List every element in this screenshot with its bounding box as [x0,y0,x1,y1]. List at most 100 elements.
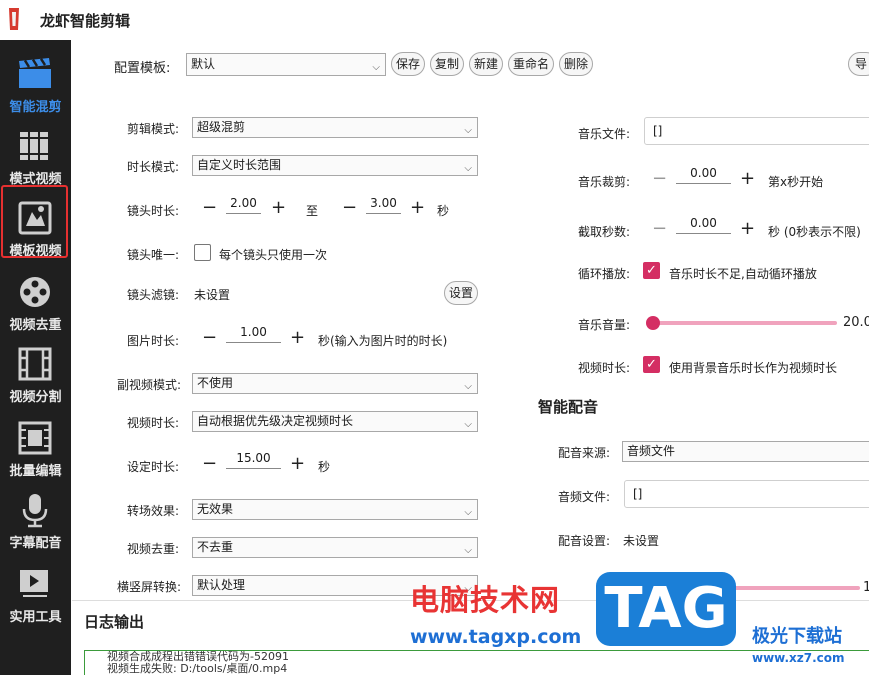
image-length-input[interactable]: 1.00 [226,323,281,343]
watermark-site-name: 电脑技术网 [410,583,561,617]
config-template-label: 配置模板: [114,61,171,76]
chevron-down-icon: ⌵ [464,381,472,392]
save-button[interactable]: 保存 [391,52,425,76]
music-volume-slider[interactable] [652,321,837,325]
video-dedupe-select[interactable]: 不去重 ⌵ [192,537,478,558]
loop-play-text: 音乐时长不足,自动循环播放 [669,267,817,281]
chevron-down-icon: ⌵ [464,163,472,174]
video-length-label: 视频时长: [127,416,180,430]
music-file-input[interactable]: [] [644,117,869,145]
shot-filter-label: 镜头滤镜: [127,288,180,302]
dub-setting-label: 配音设置: [558,534,611,548]
orientation-value: 默认处理 [197,578,246,592]
logo-tool-icon [20,570,48,597]
minus-icon[interactable]: − [202,199,217,217]
plus-icon[interactable]: + [271,199,286,217]
sidebar-item-batch-edit[interactable]: 批量编辑 [0,412,71,484]
minus-icon[interactable]: − [652,170,667,188]
rename-button[interactable]: 重命名 [508,52,554,76]
clapperboard-icon [19,58,51,88]
image-length-note: 秒(输入为图片时的时长) [318,334,448,348]
config-template-value: 默认 [191,57,216,71]
sub-video-mode-select[interactable]: 不使用 ⌵ [192,373,478,394]
batch-edit-icon [18,421,52,455]
edit-mode-select[interactable]: 超级混剪 ⌵ [192,117,478,138]
tag-logo: TAG [596,572,736,646]
set-length-input[interactable]: 15.00 [226,449,281,469]
dub-source-label: 配音来源: [558,446,611,460]
shot-max-input[interactable]: 3.00 [366,194,401,214]
music-volume-knob[interactable] [646,316,660,330]
dub-source-select[interactable]: 音频文件 [622,441,869,462]
edit-mode-label: 剪辑模式: [127,122,180,136]
sidebar-item-label: 视频去重 [9,318,62,333]
image-length-label: 图片时长: [127,334,180,348]
watermark-brand-name: 极光下载站 [752,626,842,647]
new-button[interactable]: 新建 [469,52,503,76]
sidebar-item-label: 智能混剪 [9,100,62,115]
loop-play-checkbox[interactable]: ✓ [643,262,660,279]
sidebar-item-smart-mix[interactable]: 智能混剪 [0,48,71,120]
sidebar: 智能混剪 模式视频 模板视频 视频去重 视频分割 批量编辑 字幕配音 实用工具 [0,40,71,675]
duration-mode-select[interactable]: 自定义时长范围 ⌵ [192,155,478,176]
delete-button[interactable]: 删除 [559,52,593,76]
plus-icon[interactable]: + [290,329,305,347]
video-dedupe-value: 不去重 [197,540,234,554]
unique-shot-checkbox[interactable] [194,244,211,261]
app-logo-icon [9,8,19,30]
duration-mode-value: 自定义时长范围 [197,158,282,172]
use-music-length-checkbox[interactable]: ✓ [643,356,660,373]
clip-seconds-input[interactable]: 0.00 [676,214,731,234]
seconds-label: 秒 [437,204,450,218]
shot-min-input[interactable]: 2.00 [226,194,261,214]
film-strip-icon [18,347,52,381]
import-button[interactable]: 导 [848,52,869,76]
music-file-label: 音乐文件: [578,127,631,141]
video-dedupe-label: 视频去重: [127,542,180,556]
music-cut-label: 音乐裁剪: [578,175,631,189]
audio-file-input[interactable]: [] [624,480,869,508]
sidebar-item-label: 批量编辑 [9,464,62,479]
books-icon [20,132,48,160]
unique-shot-text: 每个镜头只使用一次 [219,248,328,262]
minus-icon[interactable]: − [202,329,217,347]
video-length-right-label: 视频时长: [578,361,631,375]
video-length-value: 自动根据优先级决定视频时长 [197,414,354,428]
edit-mode-value: 超级混剪 [197,120,246,134]
sidebar-item-mode-video[interactable]: 模式视频 [0,120,71,192]
music-volume-value: 20.0 [843,315,869,330]
set-length-unit: 秒 [318,460,331,474]
sidebar-item-subtitle-dub[interactable]: 字幕配音 [0,484,71,556]
filter-settings-button[interactable]: 设置 [444,281,478,305]
music-cut-input[interactable]: 0.00 [676,164,731,184]
plus-icon[interactable]: + [740,170,755,188]
copy-button[interactable]: 复制 [430,52,464,76]
loop-play-label: 循环播放: [578,267,631,281]
audio-file-label: 音频文件: [558,490,611,504]
plus-icon[interactable]: + [410,199,425,217]
film-reel-icon [20,277,50,307]
duration-mode-label: 时长模式: [127,160,180,174]
minus-icon[interactable]: − [652,220,667,238]
sidebar-item-label: 字幕配音 [9,536,62,551]
music-cut-note: 第x秒开始 [768,175,824,189]
plus-icon[interactable]: + [290,455,305,473]
dub-volume-value: 1 [863,580,869,595]
config-template-select[interactable]: 默认 ⌵ [186,53,386,76]
to-label: 至 [306,204,319,218]
watermark-brand-url: www.xz7.com [752,651,845,665]
minus-icon[interactable]: − [342,199,357,217]
shot-length-label: 镜头时长: [127,204,180,218]
plus-icon[interactable]: + [740,220,755,238]
set-length-label: 设定时长: [127,460,180,474]
chevron-down-icon: ⌵ [464,419,472,430]
sidebar-item-video-split[interactable]: 视频分割 [0,338,71,410]
chevron-down-icon: ⌵ [464,125,472,136]
minus-icon[interactable]: − [202,455,217,473]
sidebar-item-tools[interactable]: 实用工具 [0,558,71,630]
transition-select[interactable]: 无效果 ⌵ [192,499,478,520]
chevron-down-icon: ⌵ [372,62,380,73]
sidebar-item-video-dedupe[interactable]: 视频去重 [0,266,71,338]
video-length-select[interactable]: 自动根据优先级决定视频时长 ⌵ [192,411,478,432]
shot-filter-value: 未设置 [194,288,231,302]
